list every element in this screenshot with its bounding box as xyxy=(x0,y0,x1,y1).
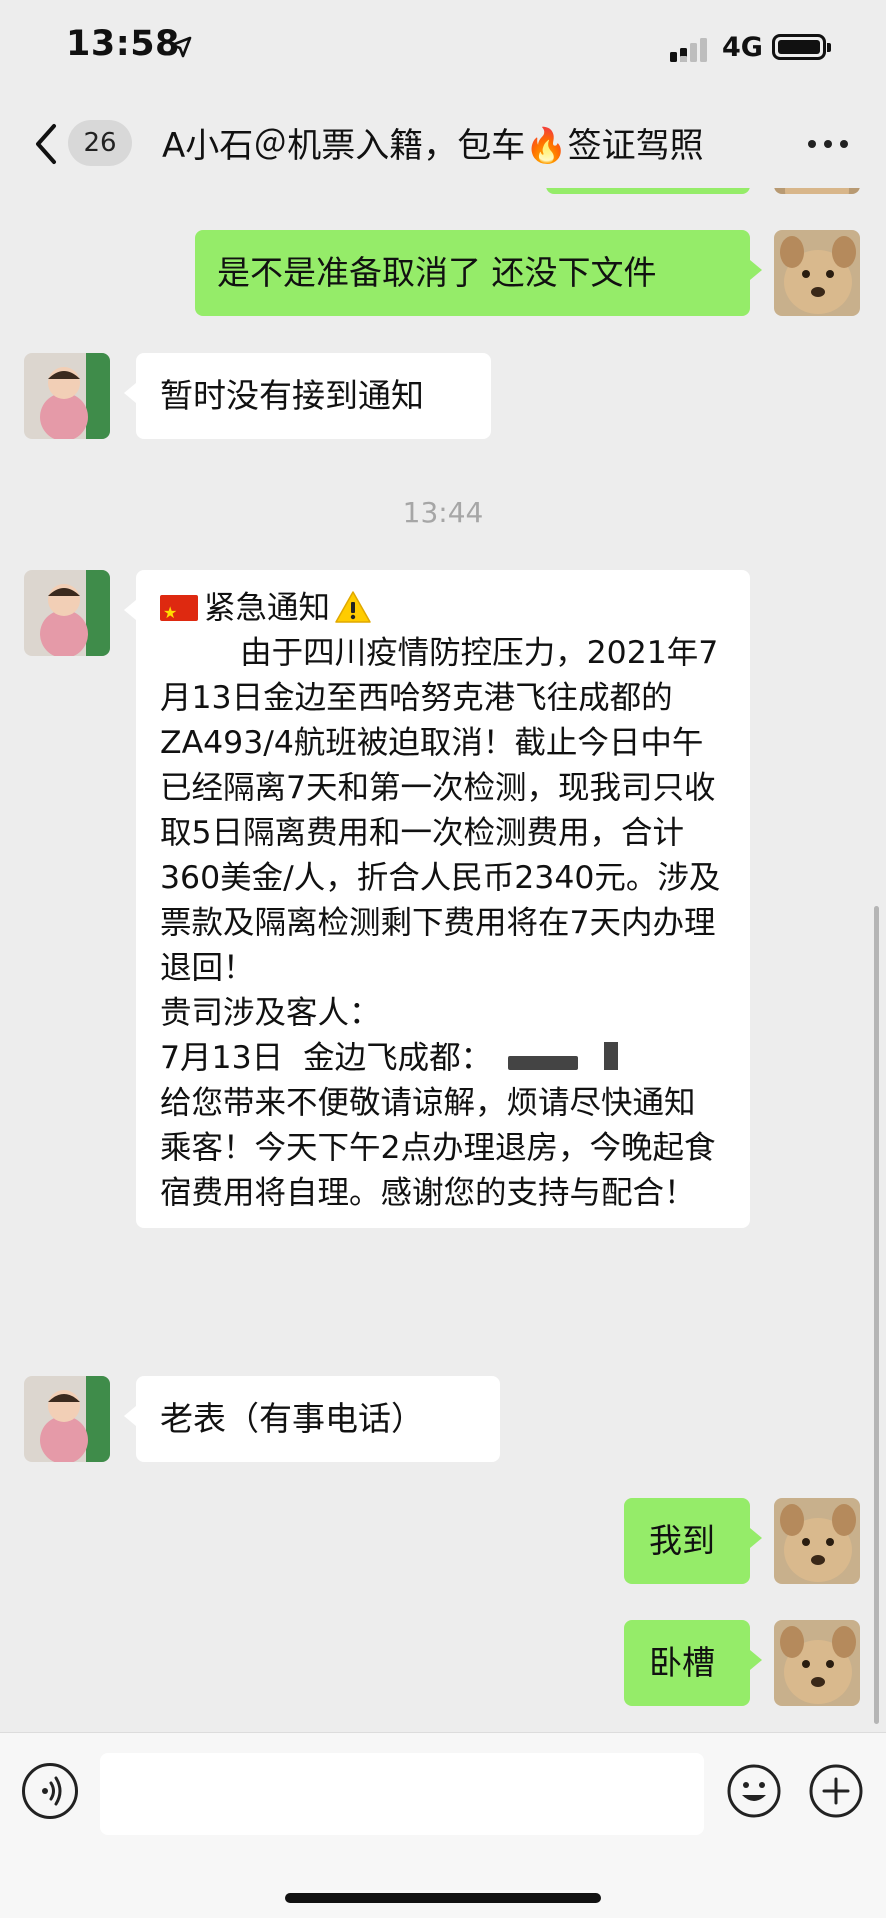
avatar-self[interactable] xyxy=(774,230,860,316)
avatar-self[interactable] xyxy=(774,188,860,194)
network-type: 4G xyxy=(722,32,763,63)
battery-icon xyxy=(772,34,831,60)
previous-message-bubble[interactable] xyxy=(546,188,750,194)
redacted-name xyxy=(604,1042,619,1070)
status-time: 13:58 xyxy=(66,24,180,64)
notice-title-line: 紧急通知 xyxy=(160,586,726,635)
emoji-icon[interactable] xyxy=(726,1763,782,1819)
notice-title: 紧急通知 xyxy=(204,590,331,626)
status-bar: 13:58 4G xyxy=(0,0,886,100)
notice-body-paragraph: 贵司涉及客人： xyxy=(160,995,381,1031)
avatar-self[interactable] xyxy=(774,1498,860,1584)
home-indicator[interactable] xyxy=(285,1893,601,1903)
china-flag-icon xyxy=(160,590,198,635)
avatar-contact[interactable] xyxy=(24,1376,110,1462)
message-bubble[interactable]: 是不是准备取消了 还没下文件 xyxy=(195,230,762,316)
chevron-left-icon[interactable] xyxy=(28,120,64,168)
location-arrow-icon xyxy=(170,36,192,58)
message-input[interactable] xyxy=(100,1753,704,1835)
avatar-self[interactable] xyxy=(774,1620,860,1706)
message-bubble[interactable]: 老表（有事电话） xyxy=(124,1376,500,1462)
chat-title: A小石＠机票入籍，包车🔥签证驾照 xyxy=(162,126,704,166)
plus-icon[interactable] xyxy=(808,1763,864,1819)
message-timestamp: 13:44 xyxy=(402,496,484,529)
chat-header: 26 A小石＠机票入籍，包车🔥签证驾照 xyxy=(0,100,886,188)
notice-flight-date: 7月13日 金边飞成都： xyxy=(160,1040,493,1076)
notice-body-paragraph: 由于四川疫情防控压力，2021年7月13日金边至西哈努克港飞往成都的ZA493/… xyxy=(160,635,721,986)
notice-message-bubble[interactable]: 紧急通知 由于四川疫情防控压力，2021年7月13日金边至西哈努克港飞往成都的Z… xyxy=(124,570,750,1228)
more-dots-icon[interactable] xyxy=(806,136,852,152)
warning-icon xyxy=(335,591,371,623)
notice-body-line: 7月13日 金边飞成都： xyxy=(160,1036,726,1081)
cellular-signal-icon xyxy=(670,38,707,62)
notice-body-paragraph: 给您带来不便敬请谅解，烦请尽快通知乘客！今天下午2点办理退房，今晚起食宿费用将自… xyxy=(160,1085,716,1211)
message-list[interactable]: 是不是准备取消了 还没下文件 暂时没有接到通知 13:44 ★紧急通知 由于四川… xyxy=(0,188,886,1730)
input-bar xyxy=(0,1732,886,1918)
scrollbar[interactable] xyxy=(874,906,879,1724)
redacted-name xyxy=(508,1056,579,1070)
message-bubble[interactable]: 卧槽 xyxy=(624,1620,762,1706)
message-bubble[interactable]: 我到 xyxy=(624,1498,762,1584)
message-bubble[interactable]: 暂时没有接到通知 xyxy=(124,353,491,439)
avatar-contact[interactable] xyxy=(24,353,110,439)
unread-count-badge[interactable]: 26 xyxy=(68,120,132,166)
voice-icon[interactable] xyxy=(22,1763,78,1819)
avatar-contact[interactable] xyxy=(24,570,110,656)
